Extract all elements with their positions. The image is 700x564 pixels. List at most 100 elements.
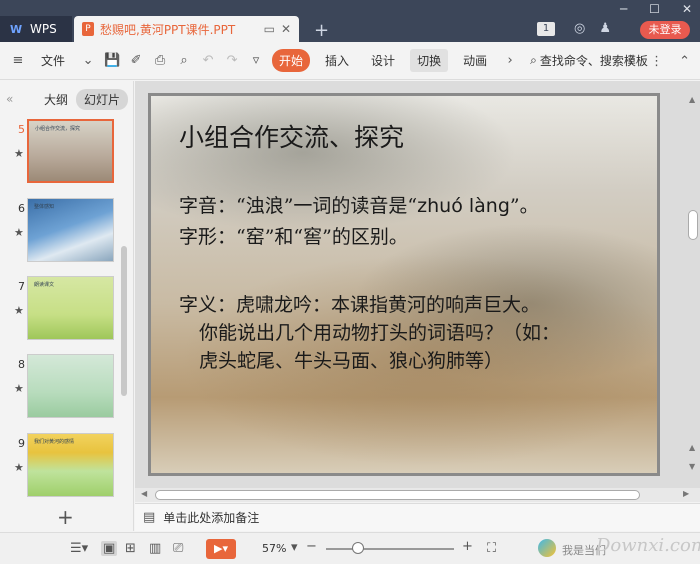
normal-view-icon[interactable]: ▣: [101, 541, 118, 556]
previous-slide-icon[interactable]: ▲: [689, 443, 695, 452]
current-slide[interactable]: 小组合作交流、探究 字音：“浊浪”一词的读音是“zhuó làng”。 字形：“…: [151, 96, 657, 473]
maximize-icon[interactable]: ☐: [649, 2, 660, 16]
vertical-scrollbar-thumb[interactable]: [688, 210, 698, 240]
animation-star-icon: ★: [14, 226, 24, 239]
document-tab-title: 愁赐吧,黄河PPT课件.PPT: [100, 22, 236, 37]
animation-star-icon: ★: [14, 304, 24, 317]
zoom-level[interactable]: 57%: [262, 542, 286, 555]
document-tab[interactable]: P 愁赐吧,黄河PPT课件.PPT ▭ ✕: [74, 16, 299, 42]
help-icon[interactable]: ?: [627, 54, 634, 69]
more-options-icon[interactable]: ⋮: [650, 54, 663, 69]
pinyin-text: zhuó làng: [417, 195, 510, 217]
slide-text-question[interactable]: 你能说出几个用动物打头的词语吗？（如：: [199, 318, 560, 345]
pronunciation-suffix: ”。: [509, 195, 539, 217]
collapse-pane-icon[interactable]: «: [6, 92, 36, 106]
thumbnail-image: 小组合作交流，探究: [27, 119, 114, 183]
notes-icon: ▤: [143, 510, 156, 525]
status-bar: ☰▾ ▣ ⊞ ▥ ⎚ ▶▾ 57% ▾ − + ⛶ 我是当们 Downxi.co…: [0, 532, 700, 564]
tab-design[interactable]: 设计: [364, 49, 402, 72]
new-tab-button[interactable]: +: [314, 20, 329, 41]
tab-preview-icon[interactable]: ▭: [264, 22, 275, 36]
collapse-ribbon-icon[interactable]: ⌃: [679, 54, 690, 69]
slide-text-glyph[interactable]: 字形：“窑”和“窖”的区别。: [179, 222, 408, 249]
tab-outline[interactable]: 大纲: [36, 89, 76, 110]
thumbnail-image: [27, 354, 114, 418]
wps-home-tab[interactable]: W WPS: [0, 16, 72, 42]
tab-close-icon[interactable]: ✕: [281, 22, 291, 36]
close-icon[interactable]: ✕: [682, 2, 692, 16]
slide-text-examples[interactable]: 虎头蛇尾、牛头马面、狼心狗肺等）: [199, 346, 503, 373]
zoom-in-icon[interactable]: +: [462, 539, 473, 554]
tab-insert[interactable]: 插入: [318, 49, 356, 72]
scroll-up-icon[interactable]: ▲: [689, 95, 695, 104]
slide-thumbnail-5[interactable]: 5 ★ 小组合作交流，探究: [0, 119, 120, 189]
file-menu[interactable]: 文件: [34, 49, 72, 72]
fit-window-icon[interactable]: ⛶: [487, 541, 496, 556]
shirt-icon[interactable]: ♟: [599, 21, 611, 36]
customize-chevron-icon[interactable]: ▿: [248, 53, 264, 69]
horizontal-scrollbar[interactable]: ◀ ▶: [135, 488, 700, 502]
slide-thumbnail-9[interactable]: 9 ★ 我们对黄河的感情: [0, 433, 120, 503]
zoom-slider-track[interactable]: [326, 548, 454, 550]
thumbnail-image: 我们对黄河的感情: [27, 433, 114, 497]
save-icon[interactable]: 💾: [104, 53, 120, 69]
notes-toggle-icon[interactable]: ☰▾: [70, 541, 88, 556]
add-slide-button[interactable]: +: [57, 505, 74, 529]
thumbnail-title: 朗读课文: [34, 282, 55, 288]
thumbnail-title: 整体感知: [34, 204, 55, 210]
scroll-left-icon[interactable]: ◀: [141, 489, 147, 498]
ppt-file-icon: P: [82, 22, 94, 36]
play-slideshow-button[interactable]: ▶▾: [206, 539, 236, 559]
tab-transition[interactable]: 切换: [410, 49, 449, 72]
zoom-slider-knob[interactable]: [352, 542, 364, 554]
wps-logo-icon: W: [10, 23, 23, 36]
menu-bar: ≡ 文件 ⌄ 💾 ✐ ⎙ ⌕ ↶ ↷ ▿ 开始 插入 设计 切换 动画 › ⌕ …: [0, 42, 700, 80]
login-button[interactable]: 未登录: [640, 21, 690, 39]
minimize-icon[interactable]: ─: [620, 2, 627, 16]
tab-slides[interactable]: 幻灯片: [76, 88, 129, 110]
hamburger-icon[interactable]: ≡: [10, 53, 26, 69]
chevron-down-icon[interactable]: ⌄: [80, 53, 96, 69]
redo-icon[interactable]: ↷: [224, 53, 240, 69]
slides-pane: « 大纲 幻灯片 5 ★ 小组合作交流，探究 6 ★ 整体感知 7 ★ 朗读课文…: [0, 81, 134, 531]
presenter-view-icon[interactable]: ⎚: [173, 541, 183, 556]
thumbnail-image: 整体感知: [27, 198, 114, 262]
window-count-badge[interactable]: 1: [537, 22, 555, 36]
print-icon[interactable]: ⎙: [152, 53, 168, 69]
slide-number: 9: [18, 437, 25, 450]
site-logo-icon: [538, 539, 556, 557]
notes-placeholder: 单击此处添加备注: [163, 511, 260, 525]
watermark-logo: Downxi.com: [596, 535, 700, 556]
zoom-out-icon[interactable]: −: [306, 539, 317, 554]
notes-area[interactable]: ▤ 单击此处添加备注: [135, 503, 700, 531]
search-icon: ⌕: [530, 53, 537, 67]
slide-number: 8: [18, 358, 25, 371]
slide-number: 7: [18, 280, 25, 293]
print-preview-icon[interactable]: ⌕: [176, 53, 192, 69]
horizontal-scrollbar-thumb[interactable]: [155, 490, 640, 500]
tab-start[interactable]: 开始: [272, 49, 311, 72]
slide-thumbnail-6[interactable]: 6 ★ 整体感知: [0, 198, 120, 268]
undo-icon[interactable]: ↶: [200, 53, 216, 69]
slide-sorter-icon[interactable]: ⊞: [125, 541, 136, 556]
more-tabs-icon[interactable]: ›: [502, 53, 518, 69]
zoom-dropdown-icon[interactable]: ▾: [291, 540, 298, 555]
tab-animation[interactable]: 动画: [456, 49, 494, 72]
slide-title[interactable]: 小组合作交流、探究: [179, 118, 404, 154]
animation-star-icon: ★: [14, 147, 24, 160]
skin-icon[interactable]: ◎: [574, 21, 585, 36]
format-painter-icon[interactable]: ✐: [128, 53, 144, 69]
pronunciation-prefix: 字音：“浊浪”一词的读音是“: [179, 195, 418, 217]
thumbnail-scrollbar[interactable]: [121, 246, 127, 396]
slide-text-pronunciation[interactable]: 字音：“浊浪”一词的读音是“zhuó làng”。: [179, 191, 539, 218]
thumbnail-title: 我们对黄河的感情: [34, 439, 75, 445]
slide-thumbnail-7[interactable]: 7 ★ 朗读课文: [0, 276, 120, 346]
next-slide-icon[interactable]: ▼: [689, 462, 695, 471]
scroll-right-icon[interactable]: ▶: [683, 489, 689, 498]
slide-thumbnail-8[interactable]: 8 ★: [0, 354, 120, 424]
reading-view-icon[interactable]: ▥: [149, 541, 161, 556]
wps-tab-label: WPS: [30, 22, 57, 36]
slide-text-meaning[interactable]: 字义：虎啸龙吟：本课指黄河的响声巨大。: [179, 290, 540, 317]
slide-number: 6: [18, 202, 25, 215]
thumbnail-image: 朗读课文: [27, 276, 114, 340]
